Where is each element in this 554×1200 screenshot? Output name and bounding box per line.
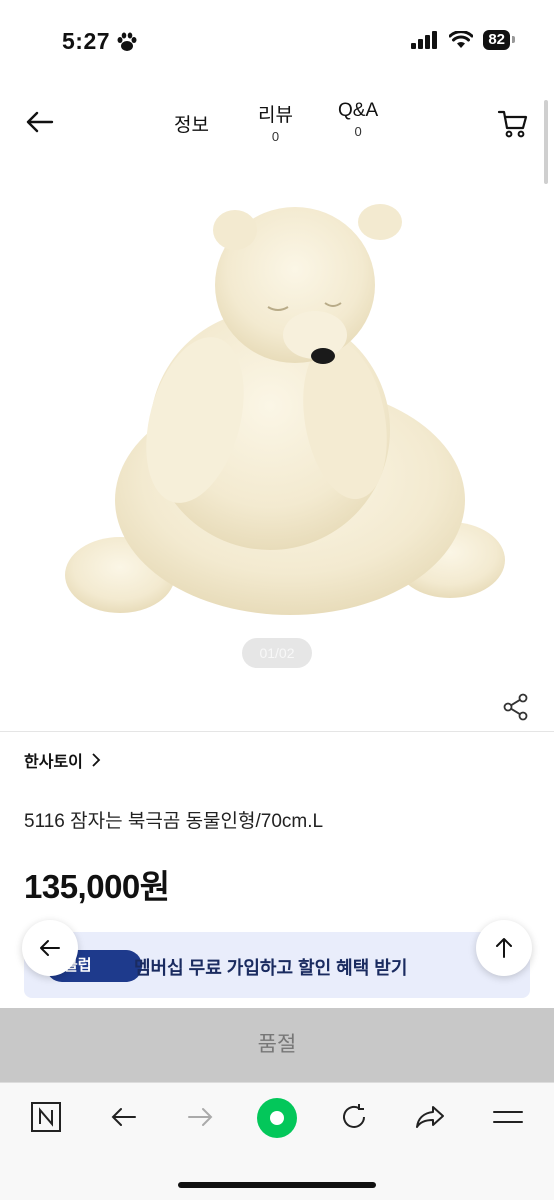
- tab-label: 정보: [174, 115, 209, 136]
- wifi-icon: [449, 31, 474, 48]
- top-nav: 정보 리뷰 0 Q&A 0: [0, 96, 554, 152]
- forward-arrow-icon: [188, 1108, 213, 1126]
- share-arrow-icon: [416, 1106, 444, 1128]
- n-icon: [31, 1102, 61, 1132]
- browser-forward-button[interactable]: [180, 1097, 220, 1137]
- menu-icon: [493, 1111, 523, 1123]
- tab-qa[interactable]: Q&A 0: [338, 100, 378, 139]
- time-label: 5:27: [62, 28, 111, 54]
- menu-button[interactable]: [488, 1097, 528, 1137]
- floating-back-button[interactable]: [22, 920, 78, 976]
- status-bar: 5:27 82: [0, 0, 554, 80]
- tab-info[interactable]: 정보: [174, 110, 209, 137]
- home-indicator: [178, 1182, 376, 1188]
- refresh-button[interactable]: [334, 1097, 374, 1137]
- tab-count: 0: [271, 129, 280, 144]
- product-image[interactable]: [0, 170, 554, 690]
- refresh-icon: [343, 1104, 365, 1128]
- membership-banner[interactable]: 클럽 멤버십 무료 가입하고 할인 혜택 받기: [24, 932, 530, 998]
- tab-label: Q&A: [338, 100, 379, 121]
- scroll-top-button[interactable]: [476, 920, 532, 976]
- back-arrow-icon: [40, 940, 60, 956]
- share-button[interactable]: [410, 1097, 450, 1137]
- product-title: 5116 잠자는 북극곰 동물인형/70cm.L: [24, 811, 324, 832]
- banner-text: 멤버십 무료 가입하고 할인 혜택 받기: [134, 958, 408, 978]
- cart-icon[interactable]: [496, 106, 530, 140]
- brand-link[interactable]: 한사토이: [24, 748, 101, 772]
- home-icon: [257, 1098, 297, 1138]
- naver-button[interactable]: [26, 1097, 66, 1137]
- brand-name: 한사토이: [24, 754, 83, 771]
- browser-back-button[interactable]: [104, 1097, 144, 1137]
- sold-out-button[interactable]: 품절: [0, 1008, 554, 1082]
- tab-review[interactable]: 리뷰 0: [258, 100, 293, 144]
- status-time: 5:27: [62, 28, 138, 55]
- product-price: 135,000원: [24, 868, 170, 905]
- home-button[interactable]: [256, 1097, 298, 1139]
- arrow-up-icon: [496, 938, 512, 958]
- tab-label: 리뷰: [258, 105, 293, 126]
- paw-icon: [117, 32, 137, 51]
- status-indicators: 82: [411, 30, 515, 50]
- image-counter: 01/02: [242, 638, 312, 668]
- back-arrow-icon[interactable]: [22, 104, 58, 140]
- signal-icon: [411, 31, 438, 49]
- divider: [0, 731, 554, 732]
- share-icon[interactable]: [502, 692, 530, 722]
- battery-indicator: 82: [483, 30, 515, 50]
- chevron-right-icon: [92, 753, 101, 767]
- back-arrow-icon: [111, 1108, 136, 1126]
- tab-count: 0: [354, 124, 362, 139]
